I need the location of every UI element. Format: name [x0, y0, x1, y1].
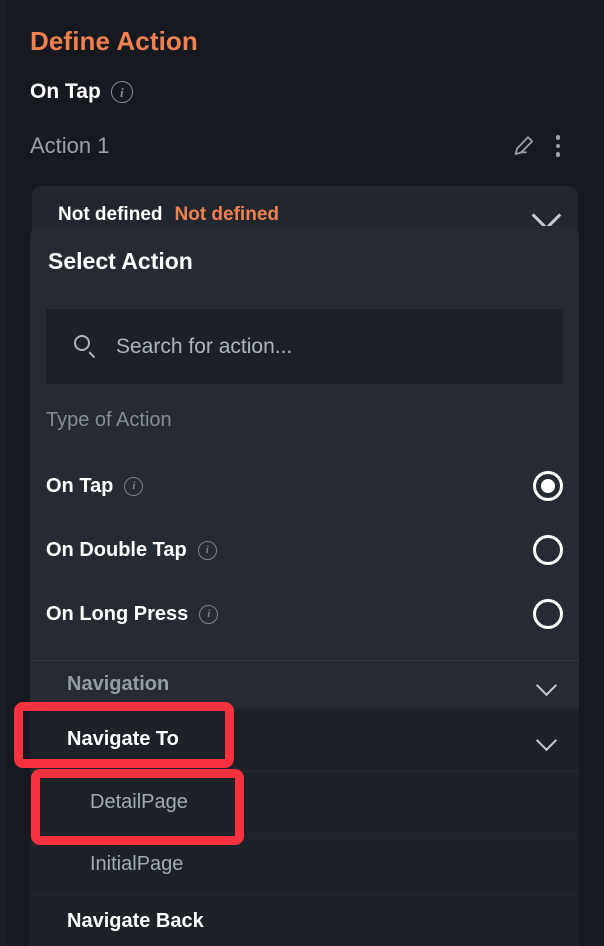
group-row-navigation[interactable]: Navigation	[30, 660, 579, 708]
radio-on-double-tap[interactable]	[533, 535, 563, 565]
list-item-initialpage[interactable]: InitialPage	[30, 834, 579, 896]
edit-action-button[interactable]	[507, 129, 541, 163]
search-icon	[73, 334, 98, 359]
radio-on-long-press[interactable]	[533, 599, 563, 629]
action-name: Action 1	[30, 133, 110, 158]
list-item-detailpage[interactable]: DetailPage	[30, 772, 579, 834]
info-icon[interactable]: i	[124, 476, 144, 496]
define-action-screen: Define Action On Tap i Action 1 Not defi…	[0, 0, 604, 946]
radio-row-on-long-press[interactable]: On Long Press i	[46, 590, 563, 638]
radio-on-tap[interactable]	[533, 471, 563, 501]
group-label: Navigation	[67, 672, 170, 695]
chevron-down-icon	[538, 730, 557, 749]
group-label: Navigate Back	[67, 909, 204, 932]
info-icon[interactable]: i	[199, 604, 219, 624]
info-icon[interactable]: i	[110, 81, 133, 103]
action-field-primary: Not defined	[58, 204, 163, 225]
radio-row-on-tap[interactable]: On Tap i	[46, 462, 563, 510]
chevron-down-icon	[538, 675, 557, 694]
radio-label: On Long Press	[46, 602, 189, 625]
left-gutter	[0, 0, 7, 946]
group-row-navigate-back[interactable]: Navigate Back	[30, 896, 579, 946]
info-icon[interactable]: i	[197, 540, 217, 560]
page-title: Define Action	[30, 26, 198, 56]
action-more-button[interactable]	[541, 129, 575, 163]
search-field[interactable]: Search for action...	[46, 309, 563, 384]
group-label: Navigate To	[67, 728, 179, 750]
trigger-row: On Tap i	[30, 80, 133, 104]
page-label: InitialPage	[90, 853, 184, 875]
trigger-label: On Tap	[30, 80, 101, 103]
page-label: DetailPage	[90, 791, 188, 813]
chevron-down-icon	[534, 202, 560, 228]
radio-label: On Tap	[46, 474, 114, 497]
kebab-menu-icon	[548, 135, 568, 157]
radio-row-on-double-tap[interactable]: On Double Tap i	[46, 526, 563, 574]
action-field-secondary: Not defined	[174, 204, 280, 225]
dropdown-title: Select Action	[48, 248, 193, 274]
search-input[interactable]: Search for action...	[116, 335, 292, 359]
section-label-type-of-action: Type of Action	[46, 409, 172, 431]
action-item-row: Action 1	[30, 128, 575, 164]
radio-label: On Double Tap	[46, 538, 187, 561]
group-row-navigate-to[interactable]: Navigate To	[30, 709, 579, 771]
